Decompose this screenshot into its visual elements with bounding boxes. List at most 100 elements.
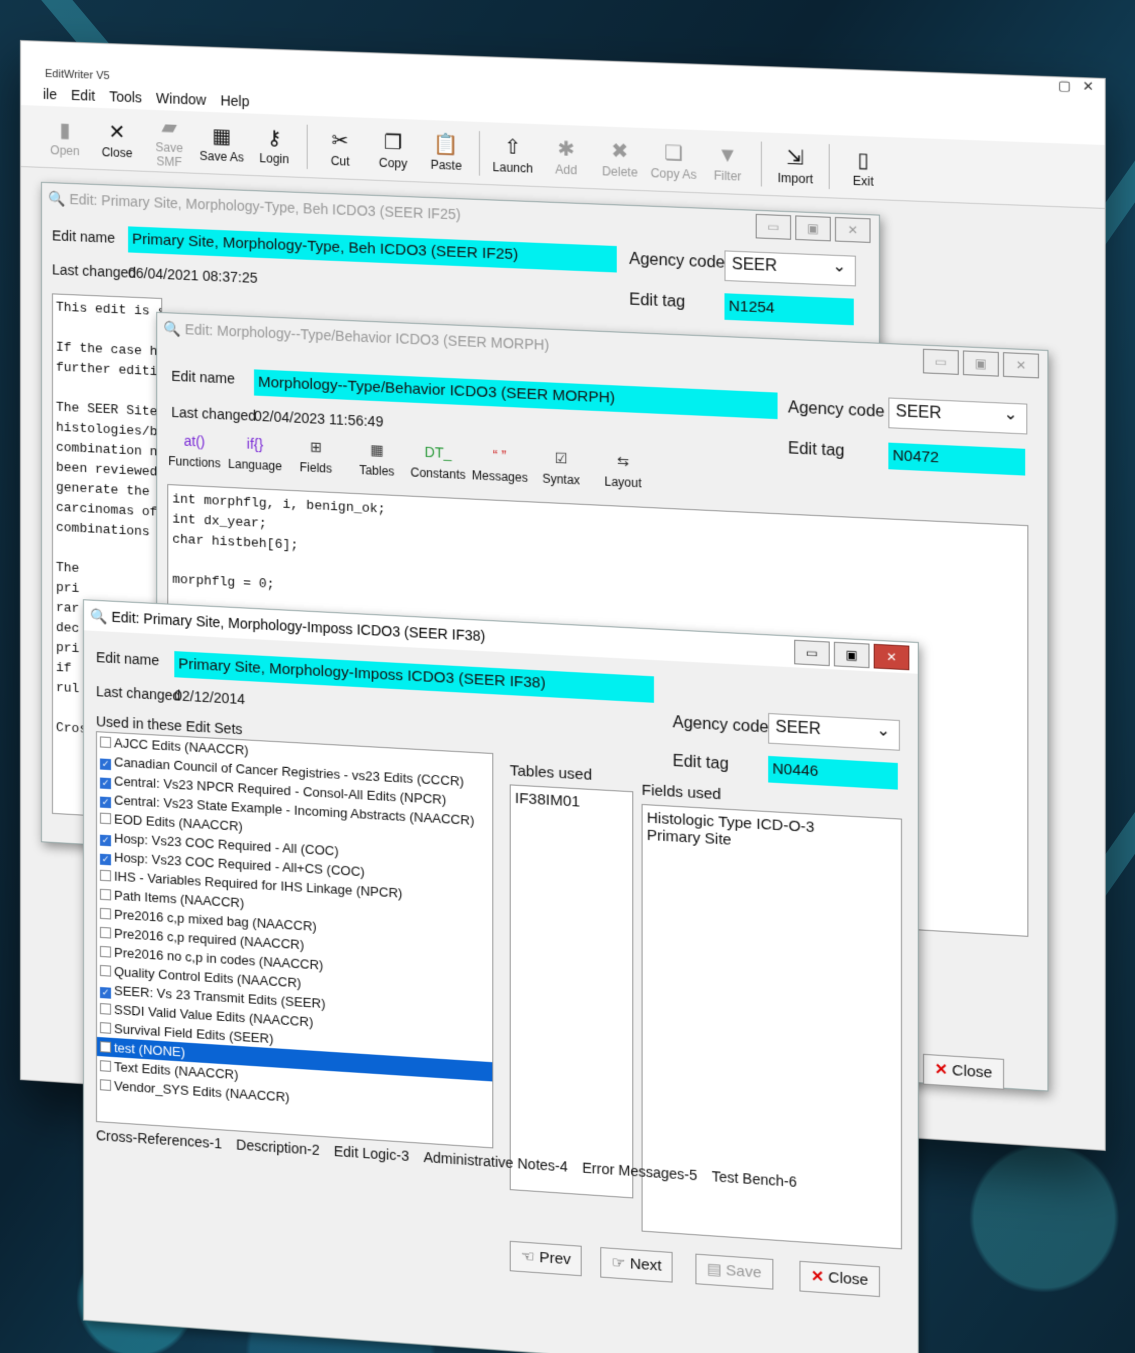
menu-file[interactable]: ile [43, 86, 57, 103]
toolbar-close-button[interactable]: ✕ Close [91, 118, 143, 160]
toolbar-cut-button[interactable]: ✂ Cut [314, 126, 367, 168]
window-controls[interactable]: ▢ ✕ [1058, 77, 1094, 95]
edit-name-field[interactable]: Primary Site, Morphology-Type, Beh ICDO3… [128, 226, 617, 273]
checkbox[interactable]: ✓ [99, 986, 112, 999]
tab-1[interactable]: Cross-References-1 [96, 1127, 222, 1151]
maximize-button[interactable]: ▣ [962, 350, 999, 377]
logic-toolbar: at() Functions if{} Language ⊞ Fields ▦ Tables D… [167, 432, 651, 491]
logic-tool-tables[interactable]: ▦ Tables [349, 440, 404, 479]
layout-icon: ⇆ [616, 452, 630, 470]
save-smf-icon: ▰ [161, 115, 178, 139]
maximize-button[interactable]: ▣ [795, 215, 831, 242]
toolbar-paste-button[interactable]: 📋 Paste [420, 130, 473, 173]
toolbar-launch-button[interactable]: ⇧ Launch [486, 133, 539, 176]
prev-button[interactable]: ☜ Prev [509, 1240, 583, 1277]
tables-used-list[interactable]: IF38IM01 [509, 784, 634, 1199]
agency-select[interactable]: SEER [888, 397, 1028, 435]
tab-3[interactable]: Edit Logic-3 [334, 1143, 409, 1164]
checkbox[interactable] [99, 1060, 112, 1072]
menu-tools[interactable]: Tools [109, 88, 142, 105]
checkbox[interactable] [99, 1079, 112, 1091]
close-window-button[interactable]: ✕ [873, 643, 910, 671]
checkbox[interactable] [99, 907, 112, 920]
import-icon: ⇲ [786, 146, 805, 170]
toolbar-label: Add [555, 161, 578, 177]
minimize-button[interactable]: ▭ [755, 213, 792, 240]
logic-tool-fields[interactable]: ⊞ Fields [288, 437, 343, 476]
toolbar-delete-button[interactable]: ✖ Delete [593, 137, 647, 180]
menu-edit[interactable]: Edit [71, 87, 95, 104]
checkbox[interactable]: ✓ [99, 834, 112, 847]
checkbox[interactable] [99, 812, 112, 825]
last-changed-label: Last changed [95, 683, 181, 704]
checkbox[interactable] [99, 926, 112, 939]
toolbar-copy-button[interactable]: ❐ Copy [367, 128, 420, 170]
toolbar-filter-button[interactable]: ▼ Filter [701, 141, 755, 184]
logic-tool-constants[interactable]: DT_ Constants [410, 443, 465, 482]
checkbox[interactable] [99, 1003, 112, 1015]
next-button[interactable]: ☞ Next [600, 1247, 674, 1283]
minimize-button[interactable]: ▭ [794, 639, 830, 667]
fields-used-label: Fields used [641, 781, 722, 804]
edit-tag-field[interactable]: N0446 [768, 755, 898, 790]
last-changed-value: 06/04/2021 08:37:25 [128, 264, 258, 286]
save-button[interactable]: ▤ Save [695, 1253, 773, 1290]
toolbar-save-smf-button[interactable]: ▰ Save SMF [143, 113, 195, 169]
fields-icon: ⊞ [309, 438, 322, 456]
checkbox[interactable]: ✓ [99, 796, 112, 809]
edit-window-if38[interactable]: 🔍 Edit: Primary Site, Morphology-Imposs … [82, 599, 919, 1353]
close-button[interactable]: ✕ Close [799, 1260, 880, 1298]
checkbox[interactable] [99, 869, 112, 882]
messages-icon: “ ” [492, 446, 507, 464]
edit-name-field[interactable]: Primary Site, Morphology-Imposs ICDO3 (S… [174, 651, 654, 703]
checkbox[interactable] [99, 1022, 112, 1034]
checkbox[interactable] [99, 888, 112, 901]
exit-door-icon: ▯ [857, 148, 869, 172]
close-window-button[interactable]: ✕ [834, 216, 871, 243]
edit-tag-field[interactable]: N0472 [888, 442, 1026, 476]
toolbar-save-as-button[interactable]: ▦ Save As [195, 122, 247, 164]
tool-label: Messages [471, 468, 528, 486]
logic-tool-functions[interactable]: at() Functions [167, 432, 221, 471]
close-window-button[interactable]: ✕ [1003, 352, 1039, 379]
tables-used-label: Tables used [509, 762, 593, 784]
logic-tool-messages[interactable]: “ ” Messages [471, 446, 528, 486]
minimize-button[interactable]: ▭ [923, 348, 959, 375]
paste-icon: 📋 [433, 132, 459, 157]
toolbar-exit-button[interactable]: ▯ Exit [836, 146, 890, 189]
edit-tag-label: Edit tag [672, 752, 729, 774]
checkbox[interactable]: ✓ [99, 758, 112, 771]
logic-tool-syntax[interactable]: ☑ Syntax [533, 449, 589, 488]
tool-label: Constants [410, 465, 466, 483]
menu-window[interactable]: Window [156, 90, 206, 108]
logic-tool-language[interactable]: if{} Language [228, 435, 283, 474]
toolbar-add-button[interactable]: ✱ Add [539, 135, 593, 178]
checkbox[interactable] [99, 964, 112, 977]
toolbar-import-button[interactable]: ⇲ Import [768, 143, 822, 186]
maximize-button[interactable]: ▣ [833, 641, 870, 669]
checkbox[interactable] [99, 945, 112, 958]
tool-label: Functions [168, 453, 221, 471]
agency-select[interactable]: SEER [724, 250, 856, 287]
toolbar-label: Import [777, 170, 814, 186]
toolbar-label: Save As [199, 148, 244, 165]
edit-tag-field[interactable]: N1254 [724, 293, 854, 326]
menu-help[interactable]: Help [220, 92, 249, 109]
toolbar-label: Copy [378, 155, 408, 171]
logic-tool-layout[interactable]: ⇆ Layout [595, 452, 651, 491]
agency-select[interactable]: SEER [768, 712, 900, 751]
close-button[interactable]: ✕ Close [923, 1053, 1005, 1090]
tab-2[interactable]: Description-2 [236, 1136, 320, 1158]
edit-sets-list[interactable]: AJCC Edits (NAACCR) ✓ Canadian Council of … [95, 731, 494, 1149]
table-item[interactable]: IF38IM01 [515, 790, 628, 814]
checkbox[interactable]: ✓ [99, 853, 112, 866]
checkbox[interactable]: ✓ [99, 777, 112, 790]
edit-name-label: Edit name [95, 648, 160, 669]
toolbar-label: Filter [713, 167, 742, 184]
checkbox[interactable] [99, 1041, 112, 1053]
toolbar-login-button[interactable]: ⚷ Login [248, 124, 301, 166]
toolbar-copy-as-button[interactable]: ❏ Copy As [647, 139, 701, 182]
toolbar-open-button[interactable]: ▮ Open [39, 116, 91, 158]
window-title: Edit: Morphology--Type/Behavior ICDO3 (S… [184, 321, 550, 353]
checkbox[interactable] [99, 736, 112, 749]
